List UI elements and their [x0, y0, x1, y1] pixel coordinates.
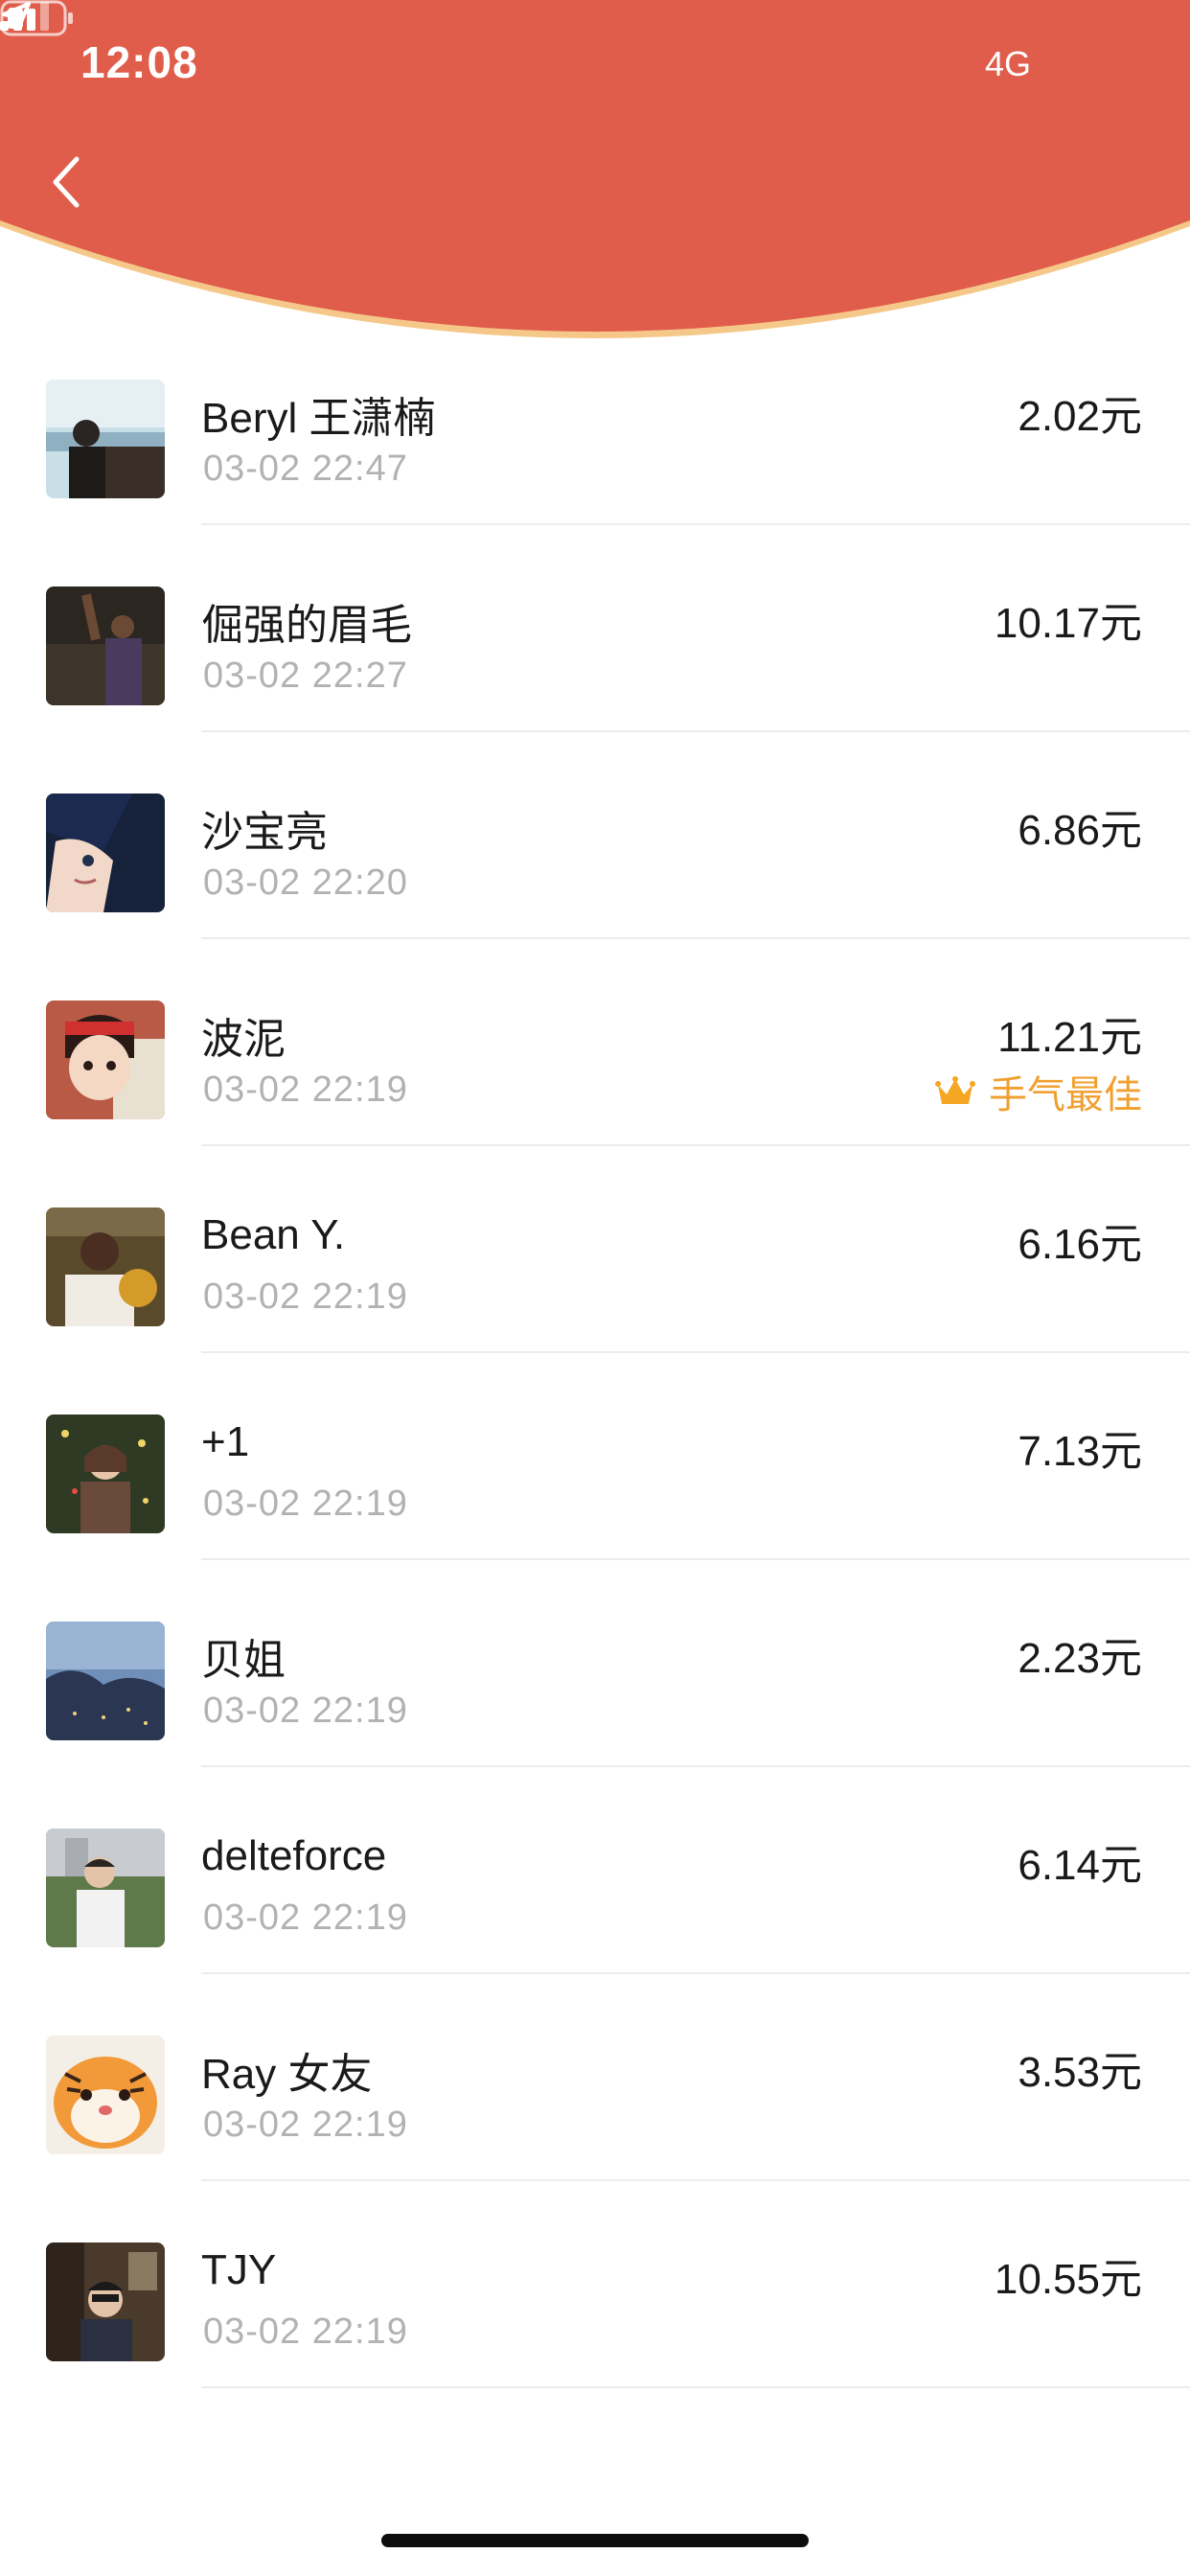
list-item[interactable]: 波泥 03-02 22:19 11.21元 手气最佳 — [0, 939, 1190, 1146]
received-amount: 10.17元 — [994, 600, 1142, 647]
recipient-name: +1 — [201, 1418, 250, 1465]
red-envelope-header: 12:08 4G — [0, 0, 1190, 345]
received-time: 03-02 22:47 — [203, 448, 408, 489]
avatar — [46, 1414, 165, 1533]
back-button[interactable] — [48, 153, 105, 224]
received-amount: 6.16元 — [1018, 1221, 1142, 1268]
avatar — [46, 1000, 165, 1119]
best-luck-label: 手气最佳 — [989, 1074, 1142, 1116]
received-time: 03-02 22:19 — [203, 2104, 408, 2145]
list-item[interactable]: delteforce 03-02 22:19 6.14元 — [0, 1767, 1190, 1974]
avatar — [46, 2036, 165, 2154]
best-luck-badge: 手气最佳 — [935, 1064, 1142, 1119]
recipient-name: 沙宝亮 — [201, 809, 328, 856]
recipient-name: 倔强的眉毛 — [201, 602, 412, 649]
home-indicator[interactable] — [381, 2534, 809, 2547]
recipient-name: Beryl 王潇楠 — [201, 395, 436, 442]
recipient-name: 贝姐 — [201, 1637, 286, 1684]
received-amount: 7.13元 — [1018, 1428, 1142, 1475]
received-amount: 2.23元 — [1018, 1635, 1142, 1682]
battery-icon — [0, 0, 73, 36]
received-amount: 6.86元 — [1018, 807, 1142, 854]
received-time: 03-02 22:19 — [203, 1276, 408, 1317]
crown-icon — [935, 1076, 975, 1104]
chevron-left-icon — [53, 156, 80, 208]
list-item[interactable]: Beryl 王潇楠 03-02 22:47 2.02元 — [0, 318, 1190, 525]
avatar — [46, 794, 165, 912]
recipient-name: Bean Y. — [201, 1211, 346, 1258]
avatar — [46, 1828, 165, 1947]
received-amount: 10.55元 — [994, 2256, 1142, 2303]
received-time: 03-02 22:20 — [203, 862, 408, 903]
list-item[interactable]: 沙宝亮 03-02 22:20 6.86元 — [0, 732, 1190, 939]
avatar — [46, 1208, 165, 1326]
received-time: 03-02 22:19 — [203, 1484, 408, 1524]
divider — [201, 2386, 1190, 2388]
recipient-name: delteforce — [201, 1832, 387, 1879]
list-item[interactable]: 倔强的眉毛 03-02 22:27 10.17元 — [0, 525, 1190, 732]
avatar — [46, 2242, 165, 2361]
network-type: 4G — [985, 44, 1032, 83]
received-amount: 6.14元 — [1018, 1842, 1142, 1889]
received-amount: 2.02元 — [1018, 393, 1142, 440]
recipient-list: Beryl 王潇楠 03-02 22:47 2.02元 倔强的眉毛 03-02 … — [0, 318, 1190, 2388]
status-time: 12:08 — [80, 37, 198, 87]
avatar — [46, 1622, 165, 1740]
recipient-name: Ray 女友 — [201, 2051, 373, 2098]
received-time: 03-02 22:19 — [203, 1070, 408, 1110]
recipient-name: TJY — [201, 2246, 277, 2293]
received-time: 03-02 22:27 — [203, 656, 408, 696]
recipient-name: 波泥 — [201, 1016, 286, 1063]
received-time: 03-02 22:19 — [203, 1898, 408, 1938]
list-item[interactable]: 贝姐 03-02 22:19 2.23元 — [0, 1560, 1190, 1767]
list-item[interactable]: Ray 女友 03-02 22:19 3.53元 — [0, 1974, 1190, 2181]
status-bar: 12:08 4G — [0, 0, 1190, 125]
list-item[interactable]: +1 03-02 22:19 7.13元 — [0, 1353, 1190, 1560]
received-time: 03-02 22:19 — [203, 1690, 408, 1731]
avatar — [46, 586, 165, 705]
list-item[interactable]: Bean Y. 03-02 22:19 6.16元 — [0, 1146, 1190, 1353]
received-amount: 11.21元 — [997, 1014, 1142, 1061]
avatar — [46, 380, 165, 498]
received-amount: 3.53元 — [1018, 2049, 1142, 2096]
received-time: 03-02 22:19 — [203, 2312, 408, 2352]
list-item[interactable]: TJY 03-02 22:19 10.55元 — [0, 2181, 1190, 2388]
